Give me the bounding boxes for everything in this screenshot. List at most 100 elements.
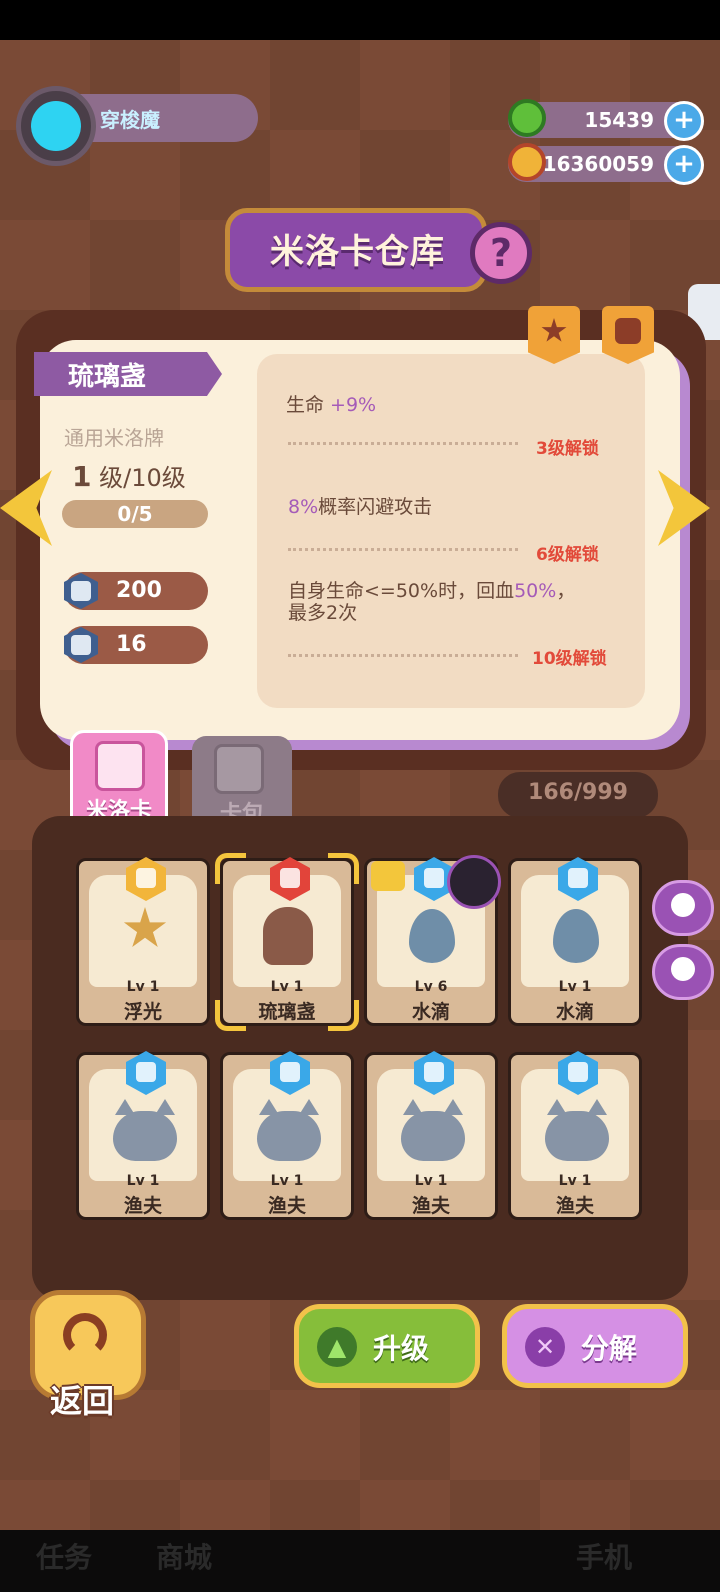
card-level-label: Lv 1 [126,979,160,995]
upgrade-label: 升级 [373,1332,430,1365]
lock-icon [615,318,641,344]
add-planet-button[interactable]: + [664,145,704,185]
card-level-label: Lv 1 [558,1173,592,1189]
card-name-label: 浮光 [123,1001,162,1023]
rarity-glyph [280,868,300,888]
inventory-card[interactable]: Lv 6 水滴 [364,855,501,1026]
inventory-count-text: 166/999 [528,780,628,805]
sort-button[interactable] [652,944,714,1000]
effect-1-text: 生命 +9% [286,390,376,417]
decompose-label: 分解 [581,1332,638,1365]
add-donut-button[interactable]: + [664,101,704,141]
selection-corner [328,853,359,884]
planet-coin-icon [508,143,546,181]
inventory-card[interactable]: Lv 1 水滴 [508,857,642,1026]
page-title: 米洛卡仓库 [270,232,445,272]
divider [288,548,518,551]
nav-phone[interactable]: 手机 [576,1536,632,1576]
effect-2-unlock: 6级解锁 [536,545,599,565]
favorite-star-button[interactable] [528,306,580,364]
inventory-card[interactable]: Lv 1 渔夫 [364,1051,498,1220]
inventory-card[interactable]: Lv 1 渔夫 [76,1051,210,1220]
card-name-label: 渔夫 [555,1195,594,1217]
decompose-button[interactable]: ✕ 分解 [502,1304,688,1388]
rarity-glyph [280,1062,300,1082]
card-name-label: 渔夫 [267,1195,306,1217]
card-pack-icon [214,744,264,794]
inventory-card[interactable]: Lv 1 琉璃盏 [215,853,359,1031]
game-screen: 穿梭魔 15439 + 16360059 + 米洛卡仓库 ? 琉璃盏 通用米洛牌… [0,40,720,1530]
nav-task[interactable]: 任务 [36,1536,92,1576]
effect-3-pct: 50% [514,580,557,602]
equipped-by-avatar [447,855,501,909]
nav-shop[interactable]: 商城 [156,1536,212,1576]
divider [288,442,518,445]
rarity-glyph [568,1062,588,1082]
card-name-label: 水滴 [555,1001,594,1023]
effect-2-post: 概率闪避攻击 [318,496,433,518]
effect-1-pct: +9% [330,394,377,416]
card-level-label: Lv 1 [270,979,304,995]
inventory-card[interactable]: Lv 1 浮光 [76,857,210,1026]
card-progress-bar: 0/5 [62,500,208,528]
fisher-cat-icon [257,1111,321,1161]
return-arrow-icon [63,1313,107,1357]
inventory-card[interactable]: Lv 1 渔夫 [508,1051,642,1220]
card-name-label: 水滴 [411,1001,450,1023]
rarity-glyph [424,1062,444,1082]
card-level-label: Lv 1 [126,1173,160,1189]
rarity-glyph [136,1062,156,1082]
filter-icon [671,893,695,917]
close-x-icon: ✕ [525,1327,565,1367]
glass-cup-icon [263,907,313,965]
fisher-cat-icon [113,1111,177,1161]
cat-face-icon [31,101,81,151]
effect-2-pct: 8% [288,496,319,518]
sort-icon [671,957,695,981]
effect-3-text: 自身生命<=50%时，回血50%，最多2次 [288,580,588,624]
filter-button[interactable] [652,880,714,936]
card-name-label: 渔夫 [123,1195,162,1217]
fisher-cat-icon [545,1111,609,1161]
up-arrow-icon: ▲ [317,1327,357,1367]
player-name: 穿梭魔 [100,108,160,132]
lock-card-button[interactable] [602,306,654,364]
upgrade-button[interactable]: ▲ 升级 [294,1304,480,1388]
help-button[interactable]: ? [470,222,532,284]
selection-corner [328,1000,359,1031]
card-type: 通用米洛牌 [64,426,164,450]
card-name-label: 渔夫 [411,1195,450,1217]
donut-coin-icon [508,99,546,137]
card-level-label: Lv 1 [414,1173,448,1189]
lock-icon [371,861,405,891]
divider [288,654,518,657]
card-name-banner: 琉璃盏 [34,352,222,396]
selection-corner [215,1000,246,1031]
card-name: 琉璃盏 [68,362,147,392]
effect-2-text: 8%概率闪避攻击 [288,492,432,519]
card-level: 1 级/10级 [72,458,186,493]
card-progress-text: 0/5 [117,502,153,526]
rarity-glyph [568,868,588,888]
currency-planet-value: 16360059 [542,152,654,176]
inventory-count: 166/999 [498,772,658,818]
effect-1-unlock: 3级解锁 [536,439,599,459]
card-level-label: Lv 6 [414,979,448,995]
paw-card-icon [95,741,145,791]
inventory-card[interactable]: Lv 1 渔夫 [220,1051,354,1220]
back-label: 返回 [50,1382,115,1420]
rarity-glyph [136,868,156,888]
stat-defense-value: 16 [116,632,147,657]
star-icon [541,318,567,342]
effect-3-pre: 自身生命<=50%时，回血 [288,580,515,602]
effect-1-pre: 生命 [286,394,331,416]
selection-corner [215,853,246,884]
card-level-text: 级/10级 [99,464,186,492]
currency-donut-value: 15439 [584,108,654,132]
card-level-current: 1 [72,460,92,493]
card-level-label: Lv 1 [270,1173,304,1189]
player-avatar[interactable] [16,86,96,166]
card-level-label: Lv 1 [558,979,592,995]
rarity-glyph [424,868,444,888]
fisher-cat-icon [401,1111,465,1161]
